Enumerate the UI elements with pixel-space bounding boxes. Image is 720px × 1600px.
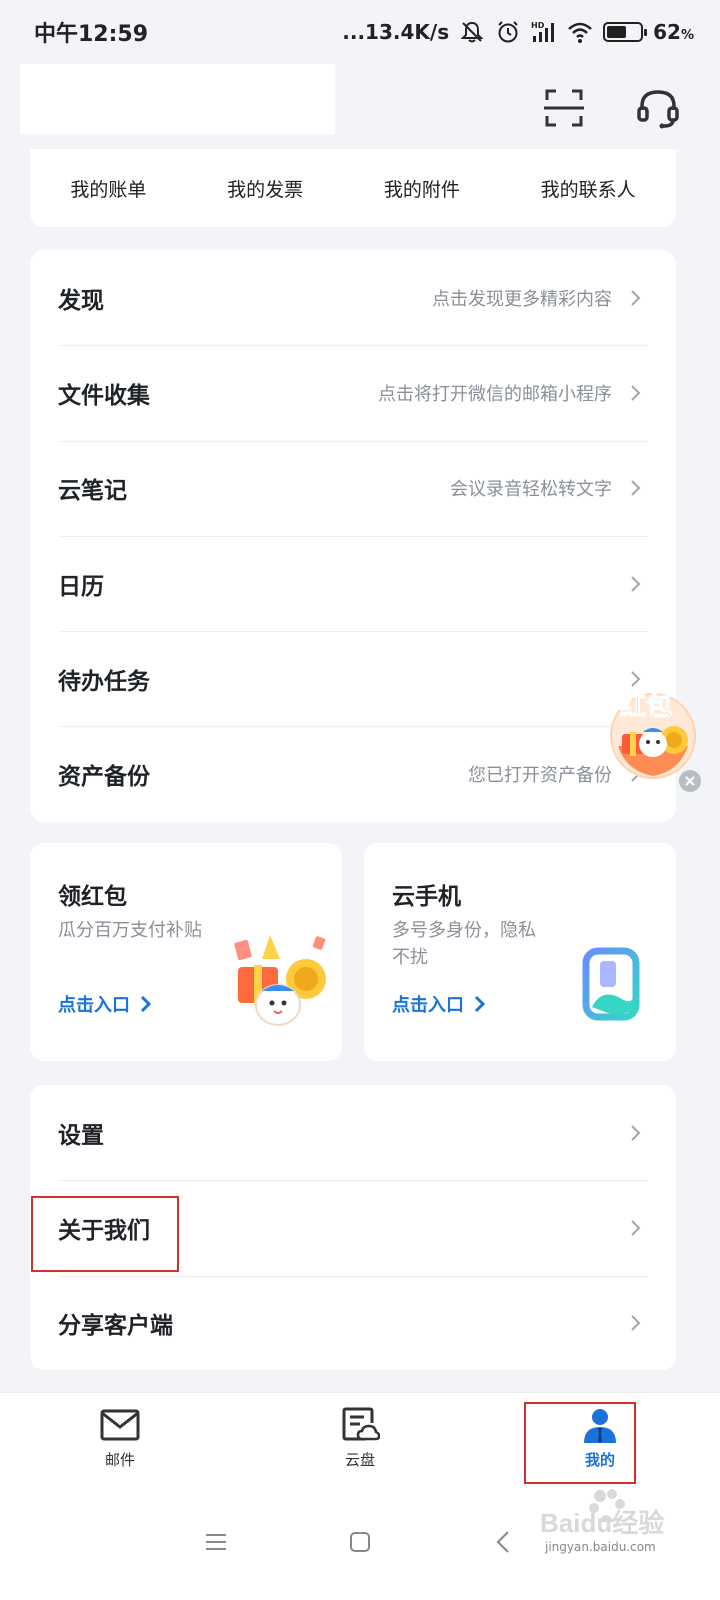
row-title: 日历 <box>58 573 104 600</box>
list-item-cloud-notes[interactable]: 云笔记 会议录音轻松转文字 <box>30 441 676 537</box>
battery-percent: 62% <box>653 20 694 44</box>
quick-link-attachments[interactable]: 我的附件 <box>384 175 460 202</box>
row-desc: 点击发现更多精彩内容 <box>432 288 612 310</box>
red-packet-illustration-icon <box>234 935 326 1026</box>
alarm-icon <box>498 21 518 43</box>
quick-links-card: 我的账单 我的发票 我的附件 我的联系人 <box>30 149 676 227</box>
row-title: 设置 <box>58 1122 104 1149</box>
row-desc: 您已打开资产备份 <box>468 765 612 787</box>
chevron-right-icon <box>631 1220 641 1236</box>
chevron-right-icon <box>474 995 486 1013</box>
close-icon <box>685 776 695 786</box>
svg-text:Baidu经验: Baidu经验 <box>540 1508 664 1538</box>
status-bar: 中午12:59 ...13.4K/s HD 62% <box>0 0 720 64</box>
list-item-asset-backup[interactable]: 资产备份 您已打开资产备份 <box>30 726 676 821</box>
status-icons: ...13.4K/s HD 62% <box>342 20 694 44</box>
promo-card-cloud-phone[interactable]: 云手机 多号多身份，隐私不扰 点击入口 <box>364 843 676 1061</box>
promo-desc: 瓜分百万支付补贴 <box>58 920 202 941</box>
row-title: 待办任务 <box>58 668 150 695</box>
promo-link[interactable]: 点击入口 <box>392 991 486 1017</box>
row-title: 文件收集 <box>58 382 150 409</box>
promo-title: 云手机 <box>392 884 461 910</box>
row-desc: 会议录音轻松转文字 <box>450 479 612 501</box>
tab-label: 邮件 <box>104 1451 135 1469</box>
headset-icon[interactable] <box>634 84 682 132</box>
cellular-signal-icon: HD <box>531 21 555 42</box>
close-floating-badge-button[interactable] <box>679 770 701 792</box>
wifi-icon <box>568 22 592 43</box>
hd-badge: HD <box>531 21 545 30</box>
quick-link-contacts[interactable]: 我的联系人 <box>541 175 636 202</box>
highlight-about-us <box>31 1196 179 1272</box>
chevron-right-icon <box>631 480 641 496</box>
chevron-right-icon <box>631 289 641 306</box>
tab-mail[interactable]: 邮件 <box>0 1393 240 1484</box>
list-item-file-collect[interactable]: 文件收集 点击将打开微信的邮箱小程序 <box>30 345 676 442</box>
row-title: 资产备份 <box>58 764 150 791</box>
red-packet-label: 红包 <box>619 692 673 723</box>
menu-icon[interactable] <box>204 1530 228 1554</box>
row-title: 分享客户端 <box>58 1313 173 1340</box>
chevron-right-icon <box>140 995 152 1013</box>
home-icon[interactable] <box>348 1530 372 1554</box>
floating-red-packet[interactable]: 红包 <box>606 686 700 780</box>
mail-icon <box>100 1409 140 1441</box>
promo-link[interactable]: 点击入口 <box>58 991 152 1017</box>
cloud-drive-icon <box>342 1407 380 1441</box>
quick-link-invoices[interactable]: 我的发票 <box>227 175 303 202</box>
list-item-calendar[interactable]: 日历 <box>30 536 676 633</box>
list-item-discover[interactable]: 发现 点击发现更多精彩内容 <box>30 250 676 347</box>
chevron-right-icon <box>631 1315 641 1331</box>
chevron-right-icon <box>631 385 641 401</box>
battery-icon <box>603 22 648 42</box>
back-icon[interactable] <box>492 1530 516 1554</box>
cloud-phone-icon <box>582 947 640 1021</box>
feature-list-card: 发现 点击发现更多精彩内容 文件收集 点击将打开微信的邮箱小程序 云笔记 会议录… <box>30 250 676 822</box>
scan-icon[interactable] <box>544 88 584 128</box>
tab-cloud-drive[interactable]: 云盘 <box>240 1393 480 1484</box>
chevron-right-icon <box>631 1124 641 1141</box>
row-title: 发现 <box>58 287 104 314</box>
list-item-todo[interactable]: 待办任务 <box>30 631 676 728</box>
promo-title: 领红包 <box>58 884 127 910</box>
list-item-settings[interactable]: 设置 <box>30 1085 676 1182</box>
network-speed: ...13.4K/s <box>342 20 450 44</box>
list-item-share-client[interactable]: 分享客户端 <box>30 1276 676 1371</box>
account-header-blank <box>20 64 335 134</box>
quick-link-bills[interactable]: 我的账单 <box>70 175 146 202</box>
row-desc: 点击将打开微信的邮箱小程序 <box>378 383 612 405</box>
status-time: 中午12:59 <box>34 22 149 47</box>
promo-card-red-packet[interactable]: 领红包 瓜分百万支付补贴 点击入口 <box>30 843 342 1061</box>
row-title: 云笔记 <box>58 478 127 505</box>
mute-bell-icon <box>460 21 484 43</box>
highlight-profile-tab <box>524 1402 636 1484</box>
chevron-right-icon <box>631 575 641 592</box>
tab-label: 云盘 <box>344 1451 375 1469</box>
watermark-url: jingyan.baidu.com <box>545 1540 656 1554</box>
promo-desc: 多号多身份，隐私不扰 <box>392 920 536 968</box>
header <box>0 64 720 149</box>
